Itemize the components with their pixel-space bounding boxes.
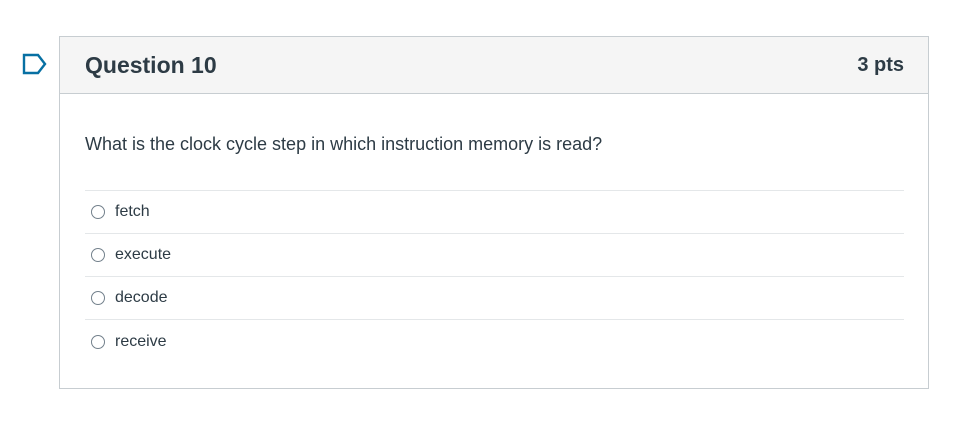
question-text: What is the clock cycle step in which in… — [85, 134, 603, 154]
answer-label: decode — [115, 289, 168, 306]
flag-question-icon[interactable] — [22, 53, 48, 75]
answer-label: fetch — [115, 203, 150, 220]
answer-option-execute[interactable]: execute — [85, 234, 904, 277]
radio-button[interactable] — [91, 334, 105, 349]
question-title: Question 10 — [85, 51, 217, 78]
answer-option-receive[interactable]: receive — [85, 320, 904, 363]
radio-button[interactable] — [91, 291, 105, 305]
answer-label: execute — [115, 246, 172, 263]
question-points: 3 pts — [857, 53, 904, 76]
answer-label: receive — [115, 332, 167, 350]
answer-option-decode[interactable]: decode — [85, 277, 904, 320]
question-card: Question 10 3 pts What is the clock cycl… — [59, 36, 929, 389]
radio-button[interactable] — [91, 205, 105, 219]
radio-button[interactable] — [91, 248, 105, 262]
question-body: What is the clock cycle step in which in… — [60, 94, 928, 363]
question-header: Question 10 3 pts — [60, 37, 928, 94]
answer-list: fetch execute decode receive — [85, 190, 904, 363]
answer-option-fetch[interactable]: fetch — [85, 191, 904, 234]
